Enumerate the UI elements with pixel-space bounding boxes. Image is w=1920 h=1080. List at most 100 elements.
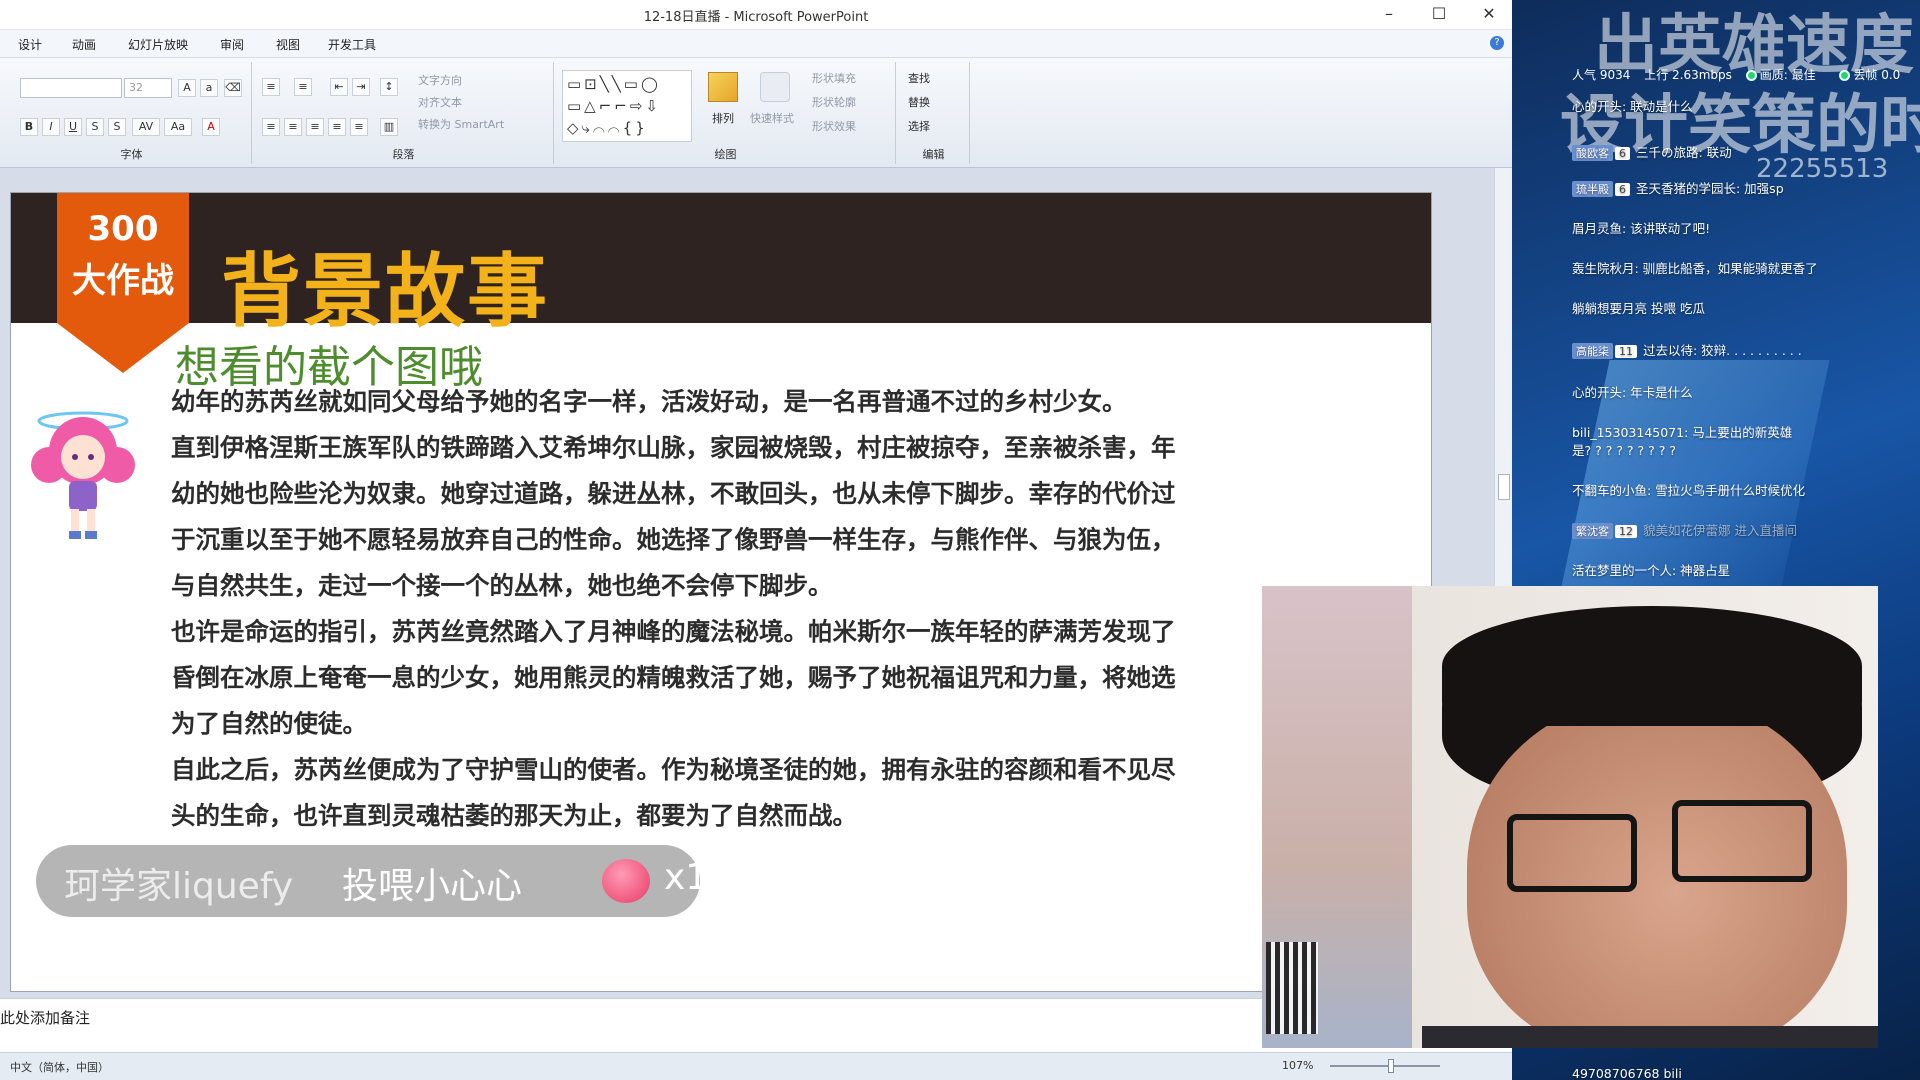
medal-badge: 繁沈客 (1572, 523, 1613, 539)
chat-text: 圣天香猪的学园长: 加强sp (1636, 181, 1784, 196)
gift-user: 珂学家liquefy (64, 866, 294, 907)
minimize-button[interactable]: – (1366, 0, 1412, 30)
change-case-icon[interactable]: Aa (164, 118, 192, 136)
slide-heading[interactable]: 背景故事 (221, 227, 549, 343)
chat-message: 繁沈客 12 貌美如花伊蕾娜 进入直播间 (1572, 520, 1797, 539)
align-right-icon[interactable]: ≡ (306, 118, 324, 136)
decrease-indent-icon[interactable]: ⇤ (330, 78, 348, 96)
columns-icon[interactable]: ▥ (380, 118, 398, 136)
story-paragraph-3: 也许是命运的指引，苏芮丝竟然踏入了月神峰的魔法秘境。帕米斯尔一族年轻的萨满芳发现… (171, 617, 1176, 738)
badge-text: 大作战 (72, 261, 174, 301)
paragraph-group: ≡ ≡ ⇤ ⇥ ↕ ≡ ≡ ≡ ≡ ≡ ▥ 文字方向 对齐文本 转换为 Smar… (254, 62, 554, 164)
tab-design[interactable]: 设计 (18, 36, 42, 53)
medal-badge: 高能柒 (1572, 343, 1613, 359)
strikethrough-icon[interactable]: S (86, 118, 104, 136)
shrink-font-icon[interactable]: a (200, 79, 218, 97)
frame-loss-status: 丢帧 0.0 (1839, 68, 1910, 82)
medal-level: 6 (1615, 183, 1630, 196)
justify-icon[interactable]: ≡ (328, 118, 346, 136)
numbering-icon[interactable]: ≡ (294, 78, 312, 96)
shadow-icon[interactable]: S (108, 118, 126, 136)
font-size-box[interactable]: 32 (124, 78, 172, 98)
clear-format-icon[interactable]: ⌫ (224, 79, 242, 97)
select-button[interactable]: 选择 (908, 118, 930, 134)
chat-message: 躺躺想要月亮 投喂 吃瓜 (1572, 298, 1705, 317)
bullets-icon[interactable]: ≡ (262, 78, 280, 96)
slide-body-text[interactable]: 幼年的苏芮丝就如同父母给予她的名字一样，活泼好动，是一名再普通不过的乡村少女。 … (171, 379, 1191, 839)
increase-indent-icon[interactable]: ⇥ (352, 78, 370, 96)
underline-icon[interactable]: U (64, 118, 82, 136)
zoom-slider-thumb[interactable] (1388, 1059, 1394, 1073)
title-bar: 12-18日直播 - Microsoft PowerPoint – ☐ ✕ (0, 0, 1512, 30)
char-spacing-icon[interactable]: AV (132, 118, 160, 136)
shapes-gallery[interactable]: ▭⊡╲╲▭◯ ▭△⌐⌐⇨⇩ ◇⤷⌒⌒{} (562, 70, 692, 142)
chat-text: 过去以待: 狡辩. . . . . . . . . . (1643, 343, 1802, 358)
replace-button[interactable]: 替换 (908, 94, 930, 110)
qr-code (1266, 942, 1318, 1034)
streamer-shirt (1422, 1026, 1878, 1048)
align-left-icon[interactable]: ≡ (262, 118, 280, 136)
close-button[interactable]: ✕ (1466, 0, 1512, 30)
help-icon[interactable]: ? (1490, 36, 1504, 50)
ribbon: 32 A a ⌫ B I U S S AV Aa A 字体 ≡ ≡ ⇤ ⇥ ↕ (0, 58, 1512, 168)
screen: 12-18日直播 - Microsoft PowerPoint – ☐ ✕ 设计… (0, 0, 1920, 1080)
chat-text: bili_15303145071: 马上要出的新英雄 (1572, 425, 1793, 440)
quick-styles-button[interactable]: 快速样式 (750, 110, 794, 126)
drawing-group-label: 绘图 (714, 148, 737, 161)
status-dot-icon (1839, 70, 1851, 81)
story-paragraph-4: 自此之后，苏芮丝便成为了守护雪山的使者。作为秘境圣徒的她，拥有永驻的容颜和看不见… (171, 755, 1176, 830)
find-button[interactable]: 查找 (908, 70, 930, 86)
popularity-count: 人气 9034 (1572, 68, 1631, 82)
heart-icon (602, 859, 650, 903)
ribbon-tabs: 设计 动画 幻灯片放映 审阅 视图 开发工具 ? (0, 30, 1512, 58)
quality-status: 画质: 最佳 (1745, 68, 1826, 82)
zoom-slider[interactable] (1330, 1065, 1440, 1067)
tab-slideshow[interactable]: 幻灯片放映 (128, 36, 188, 53)
window-title: 12-18日直播 - Microsoft PowerPoint (643, 10, 869, 25)
glasses-right-lens (1672, 800, 1812, 882)
line-spacing-icon[interactable]: ↕ (380, 78, 398, 96)
chat-message: 心的开头: 联动是什么 (1572, 96, 1693, 115)
gift-notification: 珂学家liquefy 投喂小心心 x1 (36, 845, 708, 917)
language-indicator: 中文（简体，中国） (10, 1061, 109, 1074)
convert-smartart-button[interactable]: 转换为 SmartArt (418, 116, 504, 132)
grow-font-icon[interactable]: A (178, 79, 196, 97)
status-bar: 中文（简体，中国） 107% (0, 1052, 1512, 1080)
chat-text: 貌美如花伊蕾娜 进入直播间 (1643, 523, 1797, 538)
chat-text: 不翻车的小鱼: 雪拉火鸟手册什么时候优化 (1572, 483, 1806, 498)
tab-review[interactable]: 审阅 (220, 36, 244, 53)
paragraph-group-label: 段落 (392, 148, 415, 161)
drawing-group: ▭⊡╲╲▭◯ ▭△⌐⌐⇨⇩ ◇⤷⌒⌒{} 排列 快速样式 形状填充 形状轮廓 形状效… (556, 62, 896, 164)
arrange-button[interactable]: 排列 (712, 110, 734, 126)
chat-message: bili_15303145071: 马上要出的新英雄 (1572, 422, 1792, 441)
scrollbar-thumb[interactable] (1498, 474, 1510, 500)
edit-group-label: 编辑 (922, 148, 945, 161)
chat-message: 轰生院秋月: 驯鹿比船香，如果能骑就更香了 (1572, 258, 1818, 277)
zoom-level[interactable]: 107% (1282, 1059, 1313, 1072)
maximize-button[interactable]: ☐ (1416, 0, 1462, 30)
tab-view[interactable]: 视图 (276, 36, 300, 53)
chat-text: 是? ? ? ? ? ? ? ? ? (1572, 443, 1676, 458)
shape-outline-button[interactable]: 形状轮廓 (812, 94, 856, 110)
tab-animations[interactable]: 动画 (72, 36, 96, 53)
tab-developer[interactable]: 开发工具 (328, 36, 376, 53)
chat-text: 轰生院秋月: 驯鹿比船香，如果能骑就更香了 (1572, 261, 1818, 276)
distribute-icon[interactable]: ≡ (350, 118, 368, 136)
shape-effects-button[interactable]: 形状效果 (812, 118, 856, 134)
chat-message: 琉半殿 6 圣天香猪的学园长: 加强sp (1572, 178, 1784, 197)
align-center-icon[interactable]: ≡ (284, 118, 302, 136)
italic-icon[interactable]: I (42, 118, 60, 136)
badge-ribbon-tip (57, 323, 189, 373)
align-text-button[interactable]: 对齐文本 (418, 94, 462, 110)
chat-message: 是? ? ? ? ? ? ? ? ? (1572, 440, 1676, 459)
chat-text: 眉月灵鱼: 该讲联动了吧! (1572, 221, 1711, 236)
streamer-fringe (1442, 606, 1862, 726)
bold-icon[interactable]: B (20, 118, 38, 136)
font-name-box[interactable] (20, 78, 122, 98)
chat-message: 酸欧客 6 三千の旅路: 联动 (1572, 142, 1732, 161)
text-direction-button[interactable]: 文字方向 (418, 72, 462, 88)
arrange-icon (708, 72, 738, 102)
font-group: 32 A a ⌫ B I U S S AV Aa A 字体 (12, 62, 252, 164)
font-color-icon[interactable]: A (202, 118, 220, 136)
shape-fill-button[interactable]: 形状填充 (812, 70, 856, 86)
